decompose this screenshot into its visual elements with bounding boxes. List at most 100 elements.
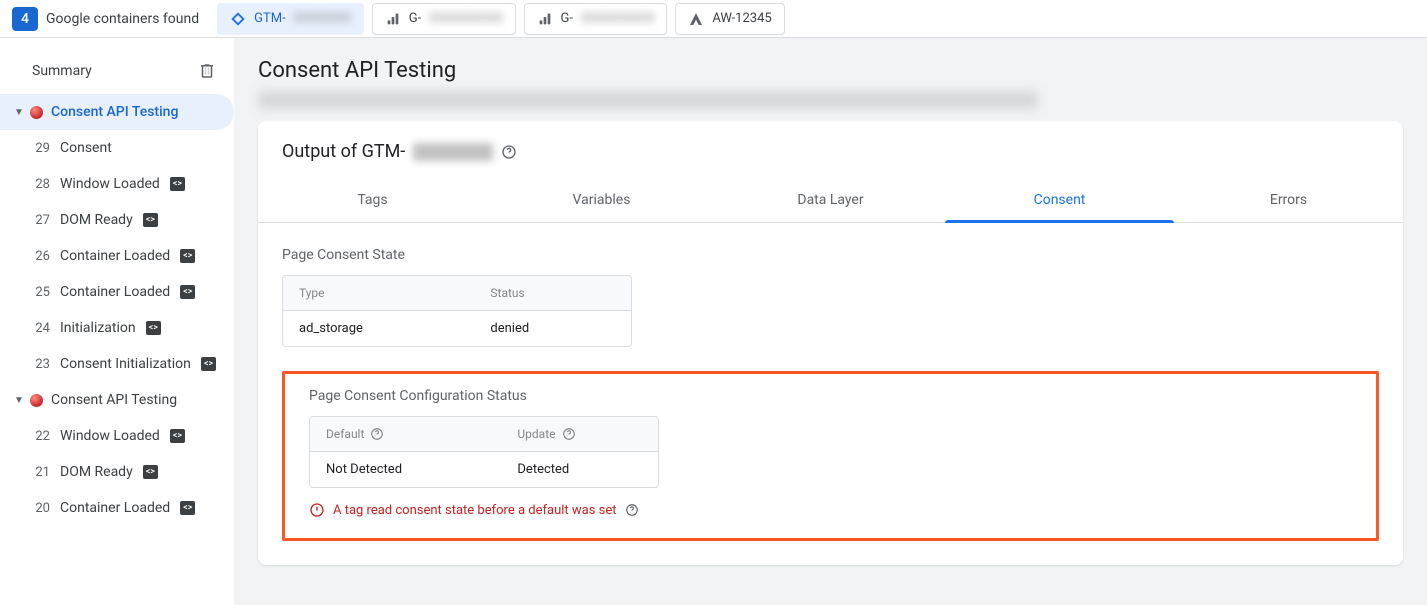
ga-icon <box>385 11 401 27</box>
th-type: Type <box>283 276 474 310</box>
th-default: Default <box>326 427 364 441</box>
event-number: 29 <box>32 141 50 156</box>
output-card: Output of GTM- TagsVariablesData LayerCo… <box>258 121 1403 565</box>
sidebar-event[interactable]: 29 Consent <box>0 130 234 166</box>
api-badge-icon: <> <box>143 213 158 227</box>
event-number: 24 <box>32 321 50 336</box>
th-status: Status <box>474 276 631 310</box>
container-chip[interactable]: G- XXXXXXXXX <box>372 3 516 35</box>
ga-icon <box>537 11 553 27</box>
record-icon <box>30 106 43 119</box>
container-chip[interactable]: GTM- XXXXXXX <box>217 3 364 35</box>
api-badge-icon: <> <box>180 501 195 515</box>
sidebar-page-group[interactable]: ▼ Consent API Testing <box>0 382 234 418</box>
clear-icon[interactable] <box>198 62 216 80</box>
output-container-id-blurred <box>413 143 493 161</box>
config-status-table: Default Update <box>309 416 659 488</box>
page-group-label: Consent API Testing <box>51 104 178 120</box>
sidebar-event[interactable]: 24 Initialization <> <box>0 310 234 346</box>
output-tabs: TagsVariablesData LayerConsentErrors <box>258 178 1403 223</box>
consent-state-table: Type Status ad_storage denied <box>282 275 632 347</box>
sidebar-event[interactable]: 25 Container Loaded <> <box>0 274 234 310</box>
chevron-down-icon: ▼ <box>14 107 22 118</box>
event-label: Initialization <box>60 320 136 336</box>
ads-icon <box>688 11 704 27</box>
td-update: Detected <box>501 452 658 487</box>
event-label: Container Loaded <box>60 284 170 300</box>
event-number: 26 <box>32 249 50 264</box>
sidebar-page-group[interactable]: ▼ Consent API Testing <box>0 94 234 130</box>
api-badge-icon: <> <box>201 357 216 371</box>
sidebar-event[interactable]: 22 Window Loaded <> <box>0 418 234 454</box>
page-group-label: Consent API Testing <box>51 392 177 408</box>
event-number: 20 <box>32 501 50 516</box>
config-status-title: Page Consent Configuration Status <box>309 388 1352 404</box>
event-label: Container Loaded <box>60 248 170 264</box>
tab-tags[interactable]: Tags <box>258 178 487 222</box>
event-label: DOM Ready <box>60 464 133 480</box>
consent-state-title: Page Consent State <box>282 247 1379 263</box>
sidebar-summary[interactable]: Summary <box>32 63 92 79</box>
api-badge-icon: <> <box>146 321 161 335</box>
chip-label: GTM- <box>254 11 286 26</box>
event-number: 21 <box>32 465 50 480</box>
container-chip[interactable]: G- XXXXXXXXX <box>524 3 668 35</box>
record-icon <box>30 394 43 407</box>
td-type: ad_storage <box>283 311 474 346</box>
event-number: 23 <box>32 357 50 372</box>
api-badge-icon: <> <box>180 285 195 299</box>
tab-consent[interactable]: Consent <box>945 178 1174 222</box>
event-label: Container Loaded <box>60 500 170 516</box>
containers-found-label: Google containers found <box>46 11 199 27</box>
topbar: 4 Google containers found GTM- XXXXXXX G- X… <box>0 0 1427 38</box>
help-icon[interactable] <box>562 427 576 441</box>
sidebar-event[interactable]: 27 DOM Ready <> <box>0 202 234 238</box>
tab-errors[interactable]: Errors <box>1174 178 1403 222</box>
tab-data-layer[interactable]: Data Layer <box>716 178 945 222</box>
consent-warning-text: A tag read consent state before a defaul… <box>333 503 617 518</box>
page-title: Consent API Testing <box>258 58 1403 83</box>
table-row: ad_storage denied <box>283 311 631 346</box>
gtm-icon <box>230 11 246 27</box>
help-icon[interactable] <box>501 144 517 160</box>
event-label: Window Loaded <box>60 428 160 444</box>
api-badge-icon: <> <box>180 249 195 263</box>
help-icon[interactable] <box>625 503 639 517</box>
page-url-blurred <box>258 91 1038 109</box>
config-status-highlight: Page Consent Configuration Status Defaul… <box>282 371 1379 541</box>
main-content: Consent API Testing Output of GTM- TagsV… <box>234 38 1427 605</box>
chip-id-blurred: XXXXXXXXX <box>429 11 502 26</box>
event-label: Consent <box>60 140 112 156</box>
api-badge-icon: <> <box>143 465 158 479</box>
event-label: Consent Initialization <box>60 356 191 372</box>
chevron-down-icon: ▼ <box>14 395 22 406</box>
chip-id-blurred: XXXXXXX <box>294 11 351 26</box>
event-label: DOM Ready <box>60 212 133 228</box>
chip-label: AW-12345 <box>712 11 771 26</box>
table-row: Not Detected Detected <box>310 452 658 487</box>
sidebar-event[interactable]: 26 Container Loaded <> <box>0 238 234 274</box>
consent-warning: A tag read consent state before a defaul… <box>309 502 1352 518</box>
tab-variables[interactable]: Variables <box>487 178 716 222</box>
sidebar-event[interactable]: 28 Window Loaded <> <box>0 166 234 202</box>
event-number: 25 <box>32 285 50 300</box>
chip-label: G- <box>561 11 573 26</box>
sidebar-event[interactable]: 20 Container Loaded <> <box>0 490 234 526</box>
api-badge-icon: <> <box>170 429 185 443</box>
td-status: denied <box>474 311 631 346</box>
chip-label: G- <box>409 11 421 26</box>
container-count-badge: 4 <box>12 7 38 31</box>
container-chip[interactable]: AW-12345 <box>675 3 784 35</box>
error-icon <box>309 502 325 518</box>
th-update: Update <box>517 427 555 441</box>
event-number: 27 <box>32 213 50 228</box>
event-number: 28 <box>32 177 50 192</box>
chip-id-blurred: XXXXXXXXX <box>581 11 654 26</box>
td-default: Not Detected <box>310 452 501 487</box>
api-badge-icon: <> <box>170 177 185 191</box>
help-icon[interactable] <box>370 427 384 441</box>
sidebar-event[interactable]: 23 Consent Initialization <> <box>0 346 234 382</box>
event-label: Window Loaded <box>60 176 160 192</box>
sidebar-event[interactable]: 21 DOM Ready <> <box>0 454 234 490</box>
event-number: 22 <box>32 429 50 444</box>
